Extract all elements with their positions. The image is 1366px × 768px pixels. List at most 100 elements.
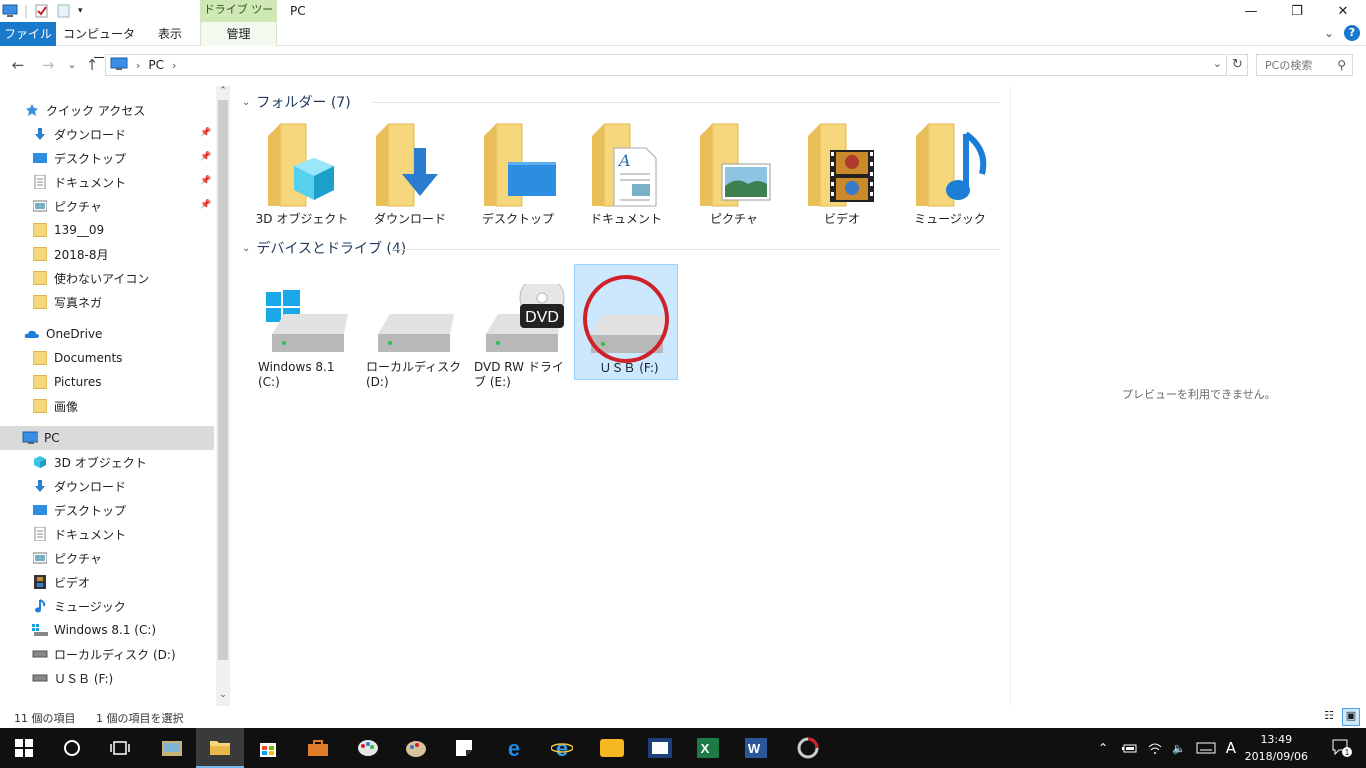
- pin-icon[interactable]: 📌: [200, 200, 211, 210]
- pin-icon[interactable]: 📌: [200, 176, 211, 186]
- sidebar-item-videos[interactable]: ビデオ: [0, 570, 214, 594]
- sidebar-item-downloads[interactable]: ダウンロード: [0, 474, 214, 498]
- tab-manage[interactable]: 管理: [200, 22, 277, 46]
- sidebar-item-pc[interactable]: PC: [0, 426, 214, 450]
- sidebar-item-folder[interactable]: 写真ネガ: [0, 290, 214, 314]
- sidebar-scrollbar[interactable]: ⌃ ⌄: [216, 86, 230, 706]
- word-icon[interactable]: W: [732, 728, 780, 768]
- drive-tile-c[interactable]: Windows 8.1 (C:): [254, 264, 358, 389]
- sidebar-item-desktop-pinned[interactable]: デスクトップ 📌: [0, 146, 214, 170]
- forward-button[interactable]: →: [38, 55, 58, 75]
- ie-icon[interactable]: e: [538, 728, 586, 768]
- sidebar-item-folder[interactable]: 139__09: [0, 218, 214, 242]
- volume-icon[interactable]: 🔈: [1172, 742, 1186, 755]
- sidebar-item-pictures-pinned[interactable]: ピクチャ 📌: [0, 194, 214, 218]
- folder-tile-3d-objects[interactable]: 3D オブジェクト: [250, 120, 354, 227]
- folder-tile-videos[interactable]: ビデオ: [790, 120, 894, 227]
- sidebar-item-drive-d[interactable]: ローカルディスク (D:): [0, 642, 214, 666]
- excel-icon[interactable]: X: [684, 728, 732, 768]
- app-gray-icon[interactable]: [784, 728, 832, 768]
- pin-icon[interactable]: 📌: [200, 152, 211, 162]
- up-button[interactable]: ↑: [82, 55, 102, 75]
- cortana-icon[interactable]: [48, 728, 96, 768]
- sidebar-item-folder[interactable]: 使わないアイコン: [0, 266, 214, 290]
- pin-icon[interactable]: 📌: [200, 128, 211, 138]
- ribbon-collapse-icon[interactable]: ⌄: [1324, 26, 1334, 40]
- sidebar-item-folder[interactable]: Pictures: [0, 370, 214, 394]
- breadcrumb-separator[interactable]: ›: [136, 59, 140, 72]
- folder-tile-music[interactable]: ミュージック: [898, 120, 1002, 227]
- app-icon[interactable]: [148, 728, 196, 768]
- search-box[interactable]: PCの検索 ⚲: [1256, 54, 1353, 76]
- properties-icon[interactable]: [34, 4, 50, 18]
- tab-view[interactable]: 表示: [146, 22, 194, 46]
- folder-tile-desktop[interactable]: デスクトップ: [466, 120, 570, 227]
- sidebar-item-drive-f[interactable]: ＵＳＢ (F:): [0, 666, 214, 690]
- search-icon[interactable]: ⚲: [1337, 58, 1346, 72]
- tray-overflow-icon[interactable]: ⌃: [1098, 741, 1114, 755]
- tab-file[interactable]: ファイル: [0, 22, 56, 46]
- sidebar-item-downloads-pinned[interactable]: ダウンロード 📌: [0, 122, 214, 146]
- scroll-up-arrow[interactable]: ⌃: [216, 86, 230, 98]
- notification-center-icon[interactable]: 1: [1318, 728, 1366, 768]
- group-header-folders[interactable]: ⌄ フォルダー (7): [242, 93, 351, 111]
- keyboard-icon[interactable]: [1196, 742, 1216, 754]
- toolbox-icon[interactable]: [294, 728, 342, 768]
- file-explorer-icon[interactable]: [196, 728, 244, 768]
- app-blue-icon[interactable]: [636, 728, 684, 768]
- breadcrumb-separator[interactable]: ›: [172, 59, 176, 72]
- chevron-down-icon[interactable]: ⌄: [242, 243, 250, 254]
- sidebar-item-folder[interactable]: Documents: [0, 346, 214, 370]
- sticky-notes-icon[interactable]: [440, 728, 488, 768]
- start-icon[interactable]: [0, 728, 48, 768]
- qat-customize-icon[interactable]: ▾: [78, 6, 83, 16]
- scrollbar-thumb[interactable]: [218, 100, 228, 660]
- drive-label: ＵＳＢ (F:): [599, 361, 659, 375]
- large-icons-view-button[interactable]: ▣: [1342, 708, 1360, 726]
- clock[interactable]: 13:49 2018/09/06: [1245, 731, 1308, 765]
- sidebar-item-desktop[interactable]: デスクトップ: [0, 498, 214, 522]
- drive-tile-e[interactable]: DVD DVD RW ドライブ (E:): [470, 264, 574, 389]
- palette-icon[interactable]: [392, 728, 440, 768]
- sidebar-item-folder[interactable]: 画像: [0, 394, 214, 418]
- wifi-icon[interactable]: [1148, 742, 1162, 754]
- chevron-down-icon[interactable]: ⌄: [242, 97, 250, 108]
- drive-tile-d[interactable]: ローカルディスク (D:): [362, 264, 466, 389]
- sidebar-item-drive-c[interactable]: Windows 8.1 (C:): [0, 618, 214, 642]
- tab-computer[interactable]: コンピューター: [60, 22, 138, 65]
- store-icon[interactable]: [244, 728, 292, 768]
- folder-tile-documents[interactable]: A ドキュメント: [574, 120, 678, 227]
- new-folder-icon[interactable]: [56, 4, 72, 18]
- recent-locations-button[interactable]: ⌄: [62, 55, 82, 75]
- sidebar-item-documents[interactable]: ドキュメント: [0, 522, 214, 546]
- restore-button[interactable]: ❐: [1274, 0, 1320, 22]
- group-header-devices[interactable]: ⌄ デバイスとドライブ (4): [242, 239, 406, 257]
- back-button[interactable]: ←: [8, 55, 28, 75]
- address-bar[interactable]: › PC › ⌄: [105, 54, 1227, 76]
- address-dropdown-icon[interactable]: ⌄: [1213, 57, 1222, 70]
- folder-tile-pictures[interactable]: ピクチャ: [682, 120, 786, 227]
- drive-tile-f[interactable]: ＵＳＢ (F:): [574, 264, 678, 380]
- scroll-down-arrow[interactable]: ⌄: [216, 690, 230, 702]
- minimize-button[interactable]: —: [1228, 0, 1274, 22]
- sidebar-item-3d-objects[interactable]: 3D オブジェクト: [0, 450, 214, 474]
- folder-tile-downloads[interactable]: ダウンロード: [358, 120, 462, 227]
- sidebar-item-documents-pinned[interactable]: ドキュメント 📌: [0, 170, 214, 194]
- sidebar-item-onedrive[interactable]: OneDrive: [0, 322, 214, 346]
- computer-icon[interactable]: [2, 4, 18, 18]
- close-button[interactable]: ✕: [1320, 0, 1366, 22]
- sidebar-item-quick-access[interactable]: クイック アクセス: [0, 98, 214, 122]
- sidebar-item-pictures[interactable]: ピクチャ: [0, 546, 214, 570]
- details-view-button[interactable]: ☷: [1320, 708, 1338, 726]
- refresh-button[interactable]: ↻: [1228, 54, 1248, 76]
- edge-icon[interactable]: e: [490, 728, 538, 768]
- app-yellow-icon[interactable]: [588, 728, 636, 768]
- sidebar-item-music[interactable]: ミュージック: [0, 594, 214, 618]
- help-icon[interactable]: ?: [1344, 25, 1360, 41]
- sidebar-item-folder[interactable]: 2018-8月: [0, 242, 214, 266]
- task-view-icon[interactable]: [96, 728, 144, 768]
- battery-icon[interactable]: [1122, 742, 1138, 754]
- ime-indicator[interactable]: A: [1226, 739, 1236, 757]
- breadcrumb-pc[interactable]: PC: [148, 58, 164, 72]
- paint-icon[interactable]: [344, 728, 392, 768]
